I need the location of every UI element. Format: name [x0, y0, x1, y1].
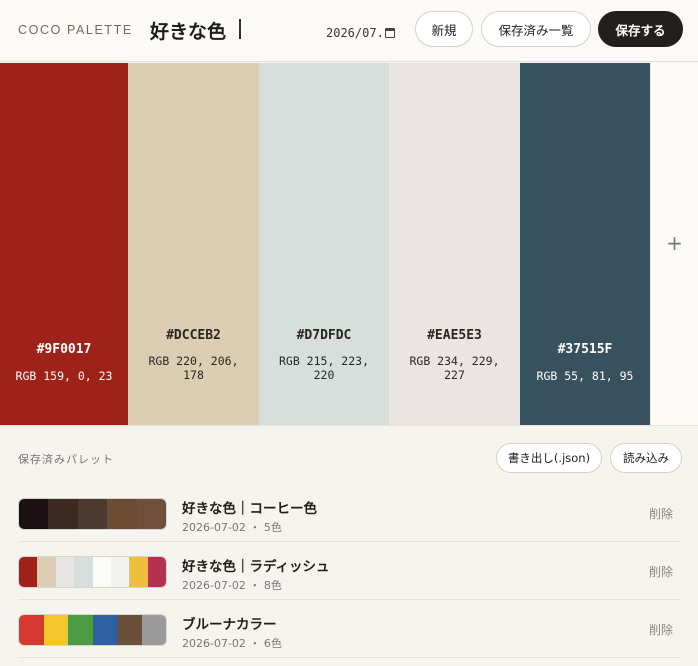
palette-preview-strip[interactable] — [18, 614, 167, 646]
swatch-rgb: RGB 215, 223, 220 — [278, 354, 369, 382]
saved-palette-row[interactable]: 好きな色｜ラディッシュ 2026-07-02 ・ 8色 削除 — [18, 542, 681, 600]
preview-color-chip — [74, 557, 93, 587]
calendar-icon[interactable] — [384, 28, 395, 38]
app-header: COCO PALETTE 2026/07. 新規 保存済み一覧 保存する — [0, 0, 698, 62]
preview-color-chip — [147, 557, 166, 587]
delete-button[interactable]: 削除 — [649, 621, 673, 638]
swatch[interactable]: #37515F RGB 55, 81, 95 — [520, 63, 650, 425]
preview-color-chip — [117, 615, 142, 645]
brand-logo: COCO PALETTE — [18, 23, 133, 37]
date-input[interactable]: 2026/07. — [326, 24, 398, 42]
date-value: 2026/07. — [326, 26, 384, 40]
preview-color-chip — [92, 615, 117, 645]
preview-color-chip — [68, 615, 93, 645]
palette-name[interactable]: 好きな色｜ラディッシュ — [182, 555, 330, 575]
preview-color-chip — [19, 615, 44, 645]
preview-color-chip — [110, 557, 130, 587]
swatch-rgb: RGB 55, 81, 95 — [536, 369, 634, 383]
add-color-button[interactable]: + — [650, 63, 698, 425]
save-button[interactable]: 保存する — [598, 11, 683, 47]
swatch-hex[interactable]: #D7DFDC — [259, 328, 389, 343]
palette-meta: 2026-07-02 ・ 5色 — [182, 521, 282, 534]
swatch-rgb: RGB 234, 229, 227 — [409, 354, 500, 382]
swatch-row: #9F0017 RGB 159, 0, 23 #DCCEB2 RGB 220, … — [0, 63, 650, 425]
saved-palette-row[interactable]: ブルーナカラー 2026-07-02 ・ 6色 削除 — [18, 600, 681, 658]
preview-color-chip — [19, 557, 38, 587]
text-caret — [239, 19, 241, 39]
swatch[interactable]: #EAE5E3 RGB 234, 229, 227 — [389, 63, 520, 425]
swatch-hex[interactable]: #EAE5E3 — [389, 328, 520, 343]
swatch-hex[interactable]: #DCCEB2 — [128, 328, 259, 343]
swatch-rgb: RGB 159, 0, 23 — [15, 369, 113, 383]
palette-preview-strip[interactable] — [18, 498, 167, 530]
saved-palettes-section: 保存済みパレット 書き出し(.json) 読み込み 好きな色｜コーヒー色 202… — [0, 425, 698, 666]
palette-name[interactable]: 好きな色｜コーヒー色 — [182, 497, 317, 517]
preview-color-chip — [136, 499, 166, 529]
preview-color-chip — [48, 499, 78, 529]
plus-icon[interactable]: + — [651, 231, 698, 255]
swatch[interactable]: #9F0017 RGB 159, 0, 23 — [0, 63, 128, 425]
section-heading: 保存済みパレット — [18, 453, 114, 466]
preview-color-chip — [55, 557, 75, 587]
delete-button[interactable]: 削除 — [649, 563, 673, 580]
preview-color-chip — [19, 499, 49, 529]
palette-meta: 2026-07-02 ・ 8色 — [182, 579, 282, 592]
swatch-rgb: RGB 220, 206, 178 — [148, 354, 239, 382]
palette-meta: 2026-07-02 ・ 6色 — [182, 637, 282, 650]
palette-name-input[interactable] — [150, 16, 300, 44]
preview-color-chip — [43, 615, 68, 645]
delete-button[interactable]: 削除 — [649, 505, 673, 522]
palette-name[interactable]: ブルーナカラー — [182, 613, 277, 633]
preview-color-chip — [141, 615, 166, 645]
new-button[interactable]: 新規 — [415, 11, 473, 47]
preview-color-chip — [107, 499, 137, 529]
preview-color-chip — [129, 557, 148, 587]
saved-palette-row[interactable]: 好きな色｜コーヒー色 2026-07-02 ・ 5色 削除 — [18, 484, 681, 542]
preview-color-chip — [37, 557, 56, 587]
preview-color-chip — [92, 557, 111, 587]
saved-list-button[interactable]: 保存済み一覧 — [481, 11, 591, 47]
swatch-hex[interactable]: #37515F — [520, 342, 650, 357]
import-button[interactable]: 読み込み — [610, 443, 682, 473]
swatch[interactable]: #DCCEB2 RGB 220, 206, 178 — [128, 63, 259, 425]
swatch[interactable]: #D7DFDC RGB 215, 223, 220 — [259, 63, 389, 425]
preview-color-chip — [77, 499, 108, 529]
export-json-button[interactable]: 書き出し(.json) — [496, 443, 602, 473]
swatch-hex[interactable]: #9F0017 — [0, 342, 128, 357]
palette-preview-strip[interactable] — [18, 556, 167, 588]
